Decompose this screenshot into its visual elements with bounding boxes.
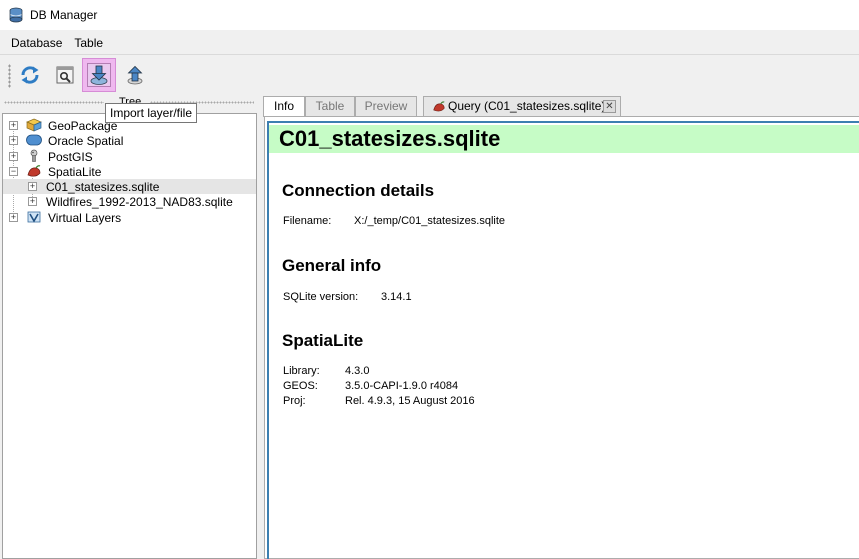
tree-item-label: C01_statesizes.sqlite [46,179,160,194]
tab-info[interactable]: Info [263,96,305,117]
tab-label: Preview [364,99,408,113]
expand-icon[interactable]: + [9,121,18,130]
toolbar-grip[interactable] [8,64,11,88]
menu-database[interactable]: Database [0,36,70,50]
oracle-icon [26,134,42,146]
sql-window-button[interactable] [48,58,82,92]
expand-icon[interactable]: + [28,197,37,206]
info-pane: C01_statesizes.sqlite Connection details… [264,116,859,559]
sql-window-icon [56,66,74,84]
tab-bar: Info Table Preview Query (C01_statesizes… [263,96,859,117]
proj-label: Proj: [283,395,306,407]
spatialite-heading: SpatiaLite [282,331,364,350]
info-content: C01_statesizes.sqlite Connection details… [267,121,859,559]
library-value: 4.3.0 [345,365,370,377]
sqlite-version-label: SQLite version: [283,291,359,303]
toolbar [0,56,859,94]
filename-label: Filename: [283,215,332,227]
import-layer-button[interactable] [82,58,116,92]
menubar-divider [0,54,859,55]
tree-item-wildfires[interactable]: + Wildfires_1992-2013_NAD83.sqlite [3,194,256,209]
library-label: Library: [283,365,320,377]
tab-label: Query (C01_statesizes.sqlite) [448,99,606,113]
refresh-button[interactable] [13,58,47,92]
expand-icon[interactable]: + [9,152,18,161]
general-info-heading: General info [282,256,382,275]
geopackage-icon [26,118,42,132]
window-title: DB Manager [30,8,98,22]
sqlite-version-value: 3.14.1 [381,291,412,303]
expand-icon[interactable]: + [28,182,37,191]
connection-details-heading: Connection details [282,181,435,200]
tree-item-c01-statesizes[interactable]: + C01_statesizes.sqlite [3,179,256,194]
tree-item-spatialite[interactable]: − SpatiaLite [3,164,256,179]
refresh-icon [21,66,39,84]
tree-item-postgis[interactable]: + PostGIS [3,149,256,164]
tree-item-virtual-layers[interactable]: + Virtual Layers [3,210,256,225]
tree-item-label: Virtual Layers [48,210,122,225]
collapse-icon[interactable]: − [9,167,18,176]
tree-item-label: Oracle Spatial [48,133,124,148]
close-icon[interactable]: ✕ [603,100,616,113]
db-manager-icon [9,7,23,23]
tree-item-oracle-spatial[interactable]: + Oracle Spatial [3,133,256,148]
geos-value: 3.5.0-CAPI-1.9.0 r4084 [345,380,459,392]
query-icon [433,101,445,112]
expand-icon[interactable]: + [9,213,18,222]
export-file-button[interactable] [118,58,152,92]
proj-value: Rel. 4.9.3, 15 August 2016 [345,395,475,407]
virtual-layers-icon [27,211,41,223]
db-tree[interactable]: + GeoPackage + Oracle Spatial + PostGIS … [2,113,257,559]
title-bar: DB Manager [0,0,859,30]
export-icon [127,65,143,85]
filename-value: X:/_temp/C01_statesizes.sqlite [354,215,506,227]
tab-label: Table [315,99,345,113]
menu-table[interactable]: Table [70,36,111,50]
menu-bar: Database Table [0,32,859,53]
dock-grip-left [4,101,104,104]
tree-item-label: Wildfires_1992-2013_NAD83.sqlite [46,194,233,209]
postgis-icon [30,149,38,162]
database-title: C01_statesizes.sqlite [269,125,859,153]
import-tooltip: Import layer/file [105,103,198,123]
geos-label: GEOS: [283,380,318,392]
tree-item-label: PostGIS [48,149,93,164]
tab-label: Info [273,99,294,113]
tree-item-label: SpatiaLite [48,164,102,179]
import-icon [90,65,108,85]
tab-preview[interactable]: Preview [355,96,417,116]
expand-icon[interactable]: + [9,136,18,145]
spatialite-icon [27,165,41,177]
tab-query[interactable]: Query (C01_statesizes.sqlite) ✕ [423,96,621,116]
tab-table[interactable]: Table [305,96,355,116]
